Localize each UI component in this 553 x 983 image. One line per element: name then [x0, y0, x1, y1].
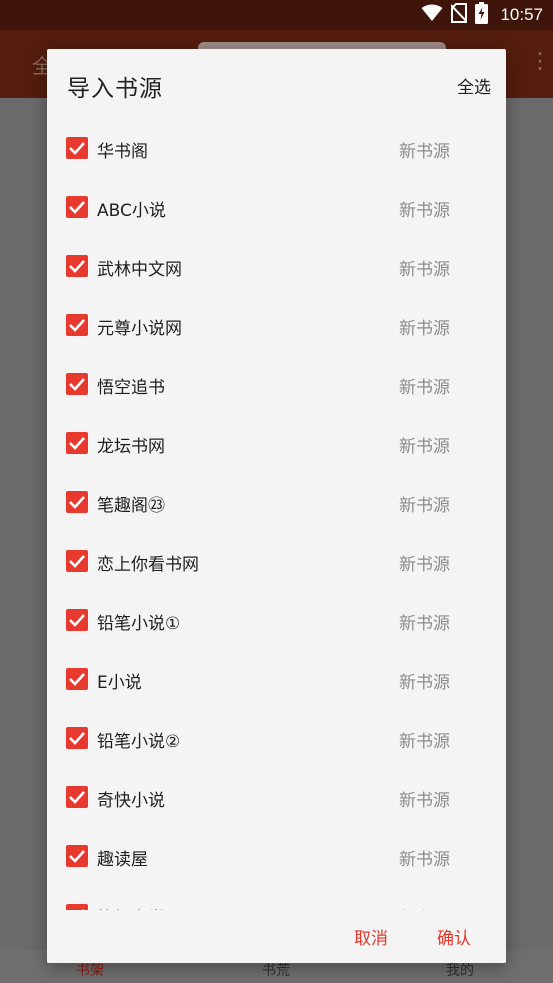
checkmark-icon	[69, 437, 85, 450]
battery-charging-icon	[475, 2, 489, 28]
source-name: 铅笔小说①	[97, 614, 181, 634]
source-row[interactable]: 元尊小说网 新书源	[47, 295, 506, 354]
source-tag: 新书源	[399, 319, 450, 339]
select-all-button[interactable]: 全选	[457, 73, 491, 98]
source-checkbox[interactable]	[66, 786, 88, 808]
status-time: 10:57	[500, 5, 543, 24]
import-source-dialog: 导入书源 全选 华书阁 新书源 ABC小说 新书源 武林中文网 新书源 元尊小说网 新书源…	[47, 49, 506, 963]
nav-tab-mine: 我的	[446, 963, 474, 979]
checkmark-icon	[69, 555, 85, 568]
checkmark-icon	[69, 614, 85, 627]
source-checkbox[interactable]	[66, 668, 88, 690]
source-row[interactable]: 铅笔小说② 新书源	[47, 708, 506, 767]
source-checkbox[interactable]	[66, 727, 88, 749]
checkmark-icon	[69, 791, 85, 804]
checkmark-icon	[69, 850, 85, 863]
nav-tab-book-shortage: 书荒	[262, 963, 290, 979]
source-checkbox[interactable]	[66, 550, 88, 572]
source-checkbox[interactable]	[66, 137, 88, 159]
source-checkbox[interactable]	[66, 491, 88, 513]
source-checkbox[interactable]	[66, 373, 88, 395]
checkmark-icon	[69, 732, 85, 745]
source-row[interactable]: 武林中文网 新书源	[47, 236, 506, 295]
source-checkbox[interactable]	[66, 196, 88, 218]
source-row[interactable]: 华书阁 新书源	[47, 118, 506, 177]
source-row[interactable]: ABC小说 新书源	[47, 177, 506, 236]
source-row[interactable]: 笔趣文学新书源	[47, 885, 506, 910]
source-name: 华书阁	[97, 142, 148, 162]
source-tag: 新书源	[399, 732, 450, 752]
source-checkbox[interactable]	[66, 845, 88, 867]
source-row[interactable]: 悟空追书 新书源	[47, 354, 506, 413]
no-sim-icon	[450, 3, 469, 27]
source-name: 武林中文网	[97, 260, 182, 280]
source-list[interactable]: 华书阁 新书源 ABC小说 新书源 武林中文网 新书源 元尊小说网 新书源 悟空追书 新书源龙…	[47, 118, 506, 910]
checkmark-icon	[69, 260, 85, 273]
source-row[interactable]: 笔趣阁㉓ 新书源	[47, 472, 506, 531]
source-tag: 新书源	[399, 791, 450, 811]
checkmark-icon	[69, 673, 85, 686]
source-name: 趣读屋	[97, 850, 148, 870]
source-name: 恋上你看书网	[97, 555, 199, 575]
source-row[interactable]: 奇快小说 新书源	[47, 767, 506, 826]
source-tag: 新书源	[399, 555, 450, 575]
checkmark-icon	[69, 496, 85, 509]
source-tag: 新书源	[399, 260, 450, 280]
source-tag: 新书源	[399, 142, 450, 162]
source-checkbox[interactable]	[66, 255, 88, 277]
overflow-menu-icon: ⋮	[529, 49, 551, 74]
source-name: 悟空追书	[97, 378, 165, 398]
checkmark-icon	[69, 142, 85, 155]
source-row[interactable]: 铅笔小说① 新书源	[47, 590, 506, 649]
dialog-title: 导入书源	[67, 76, 163, 102]
source-tag: 新书源	[399, 673, 450, 693]
confirm-button[interactable]: 确认	[437, 924, 471, 949]
source-tag: 新书源	[399, 850, 450, 870]
nav-tab-bookshelf: 书架	[76, 963, 104, 979]
dialog-actions: 取消 确认	[47, 910, 506, 963]
checkmark-icon	[69, 319, 85, 332]
source-name: E小说	[97, 673, 142, 693]
source-tag: 新书源	[399, 437, 450, 457]
source-tag: 新书源	[399, 201, 450, 221]
cancel-button[interactable]: 取消	[354, 924, 388, 949]
source-tag: 新书源	[399, 614, 450, 634]
source-name: 笔趣阁㉓	[97, 496, 165, 516]
source-tag: 新书源	[399, 496, 450, 516]
source-name: 龙坛书网	[97, 437, 165, 457]
source-name: 奇快小说	[97, 791, 165, 811]
source-checkbox[interactable]	[66, 432, 88, 454]
source-row[interactable]: 趣读屋 新书源	[47, 826, 506, 885]
source-row[interactable]: 龙坛书网 新书源	[47, 413, 506, 472]
source-checkbox[interactable]	[66, 314, 88, 336]
source-row[interactable]: 恋上你看书网 新书源	[47, 531, 506, 590]
source-tag: 新书源	[399, 378, 450, 398]
source-checkbox[interactable]	[66, 609, 88, 631]
status-bar: 10:57	[0, 0, 553, 30]
source-name: 元尊小说网	[97, 319, 182, 339]
checkmark-icon	[69, 378, 85, 391]
checkmark-icon	[69, 201, 85, 214]
status-icons: 10:57	[421, 2, 543, 28]
source-name: ABC小说	[97, 201, 166, 221]
source-row[interactable]: E小说 新书源	[47, 649, 506, 708]
wifi-icon	[421, 4, 443, 26]
source-name: 铅笔小说②	[97, 732, 181, 752]
